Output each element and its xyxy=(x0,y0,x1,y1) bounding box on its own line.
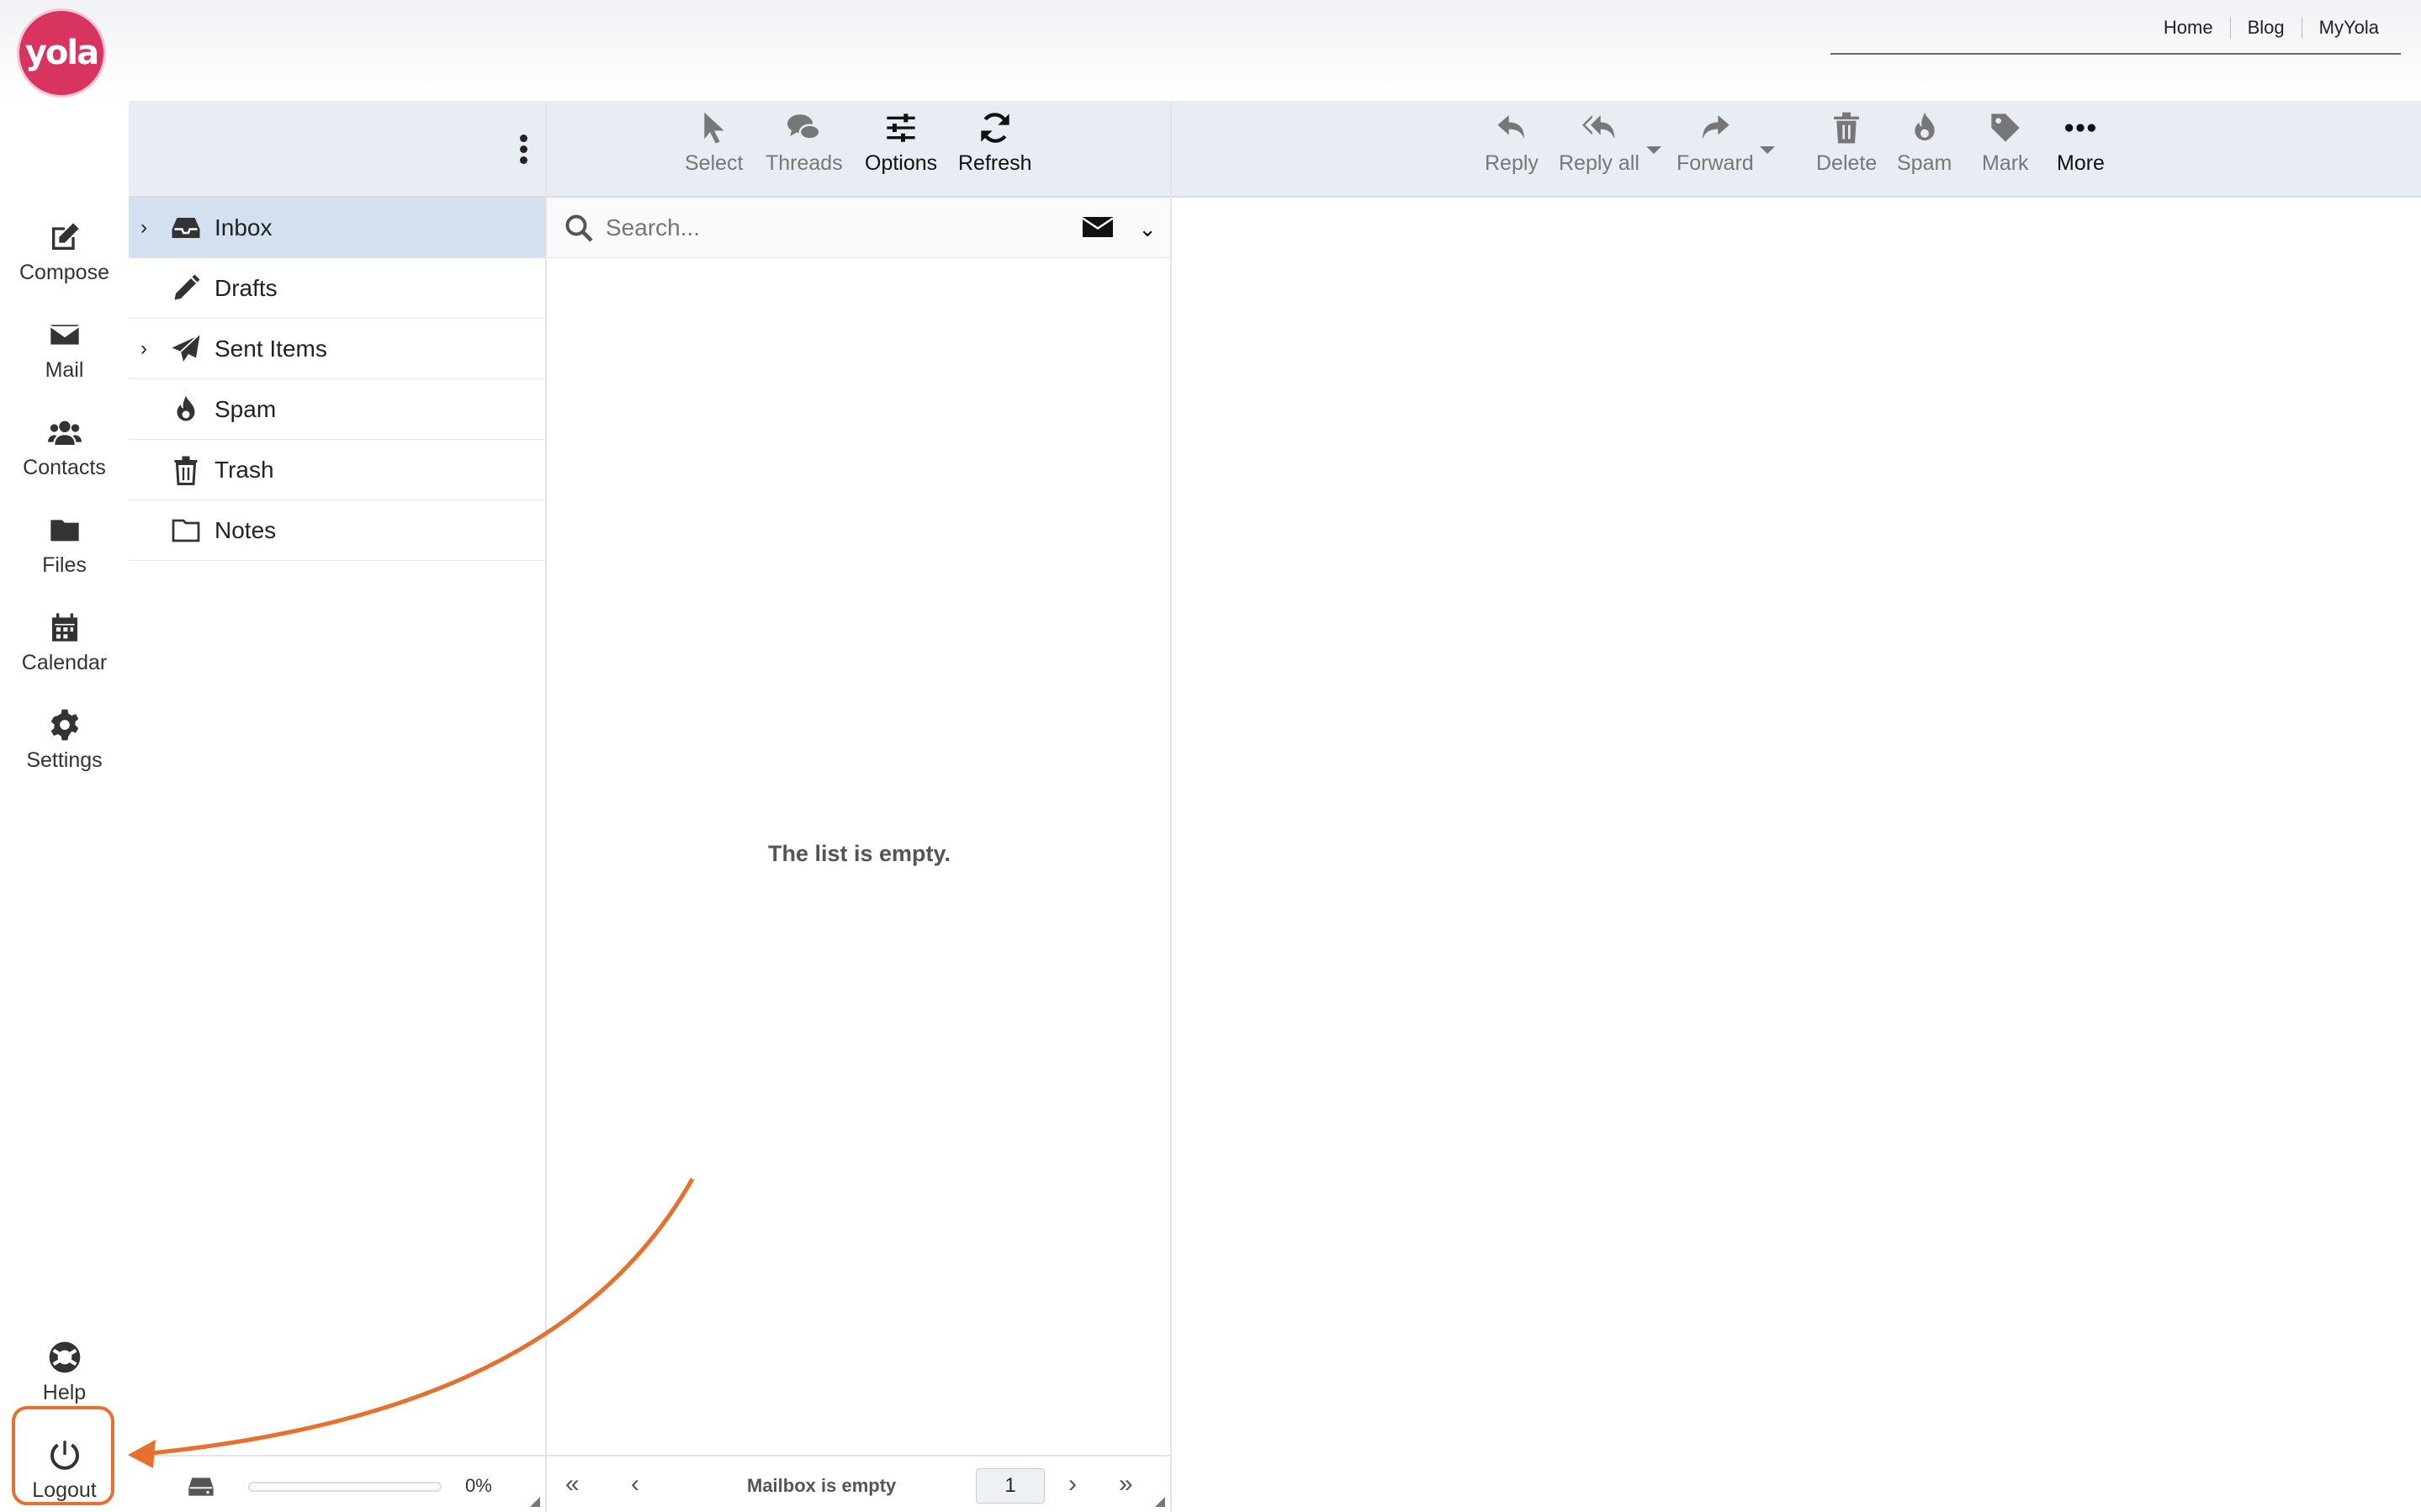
last-page-icon[interactable]: » xyxy=(1119,1470,1133,1499)
folder-icon xyxy=(50,519,79,541)
gear-icon xyxy=(50,709,78,740)
quota-progress-bar xyxy=(248,1482,442,1492)
lifebuoy-icon xyxy=(49,1341,80,1372)
home-link[interactable]: Home xyxy=(2147,17,2230,39)
nav-files[interactable]: Files xyxy=(0,503,129,587)
expand-chevron-icon[interactable]: › xyxy=(140,337,157,361)
delete-button[interactable]: Delete xyxy=(1816,111,1877,176)
drive-icon xyxy=(188,1478,214,1496)
comments-icon xyxy=(787,114,821,140)
reply-all-button[interactable]: Reply all xyxy=(1559,111,1640,176)
myyola-link[interactable]: MyYola xyxy=(2301,17,2396,39)
folder-sent-items[interactable]: › Sent Items xyxy=(129,319,545,379)
folder-spam[interactable]: Spam xyxy=(129,379,545,440)
fire-icon xyxy=(177,395,195,420)
nav-calendar[interactable]: Calendar xyxy=(0,600,129,685)
threads-button[interactable]: Threads xyxy=(766,111,843,176)
search-icon xyxy=(565,214,593,242)
sliders-icon xyxy=(887,114,915,142)
nav-compose[interactable]: Compose xyxy=(0,210,129,294)
list-footer: « ‹ Mailbox is empty 1 › » xyxy=(547,1455,1170,1512)
page-number-input[interactable]: 1 xyxy=(976,1468,1045,1504)
blog-link[interactable]: Blog xyxy=(2229,17,2302,39)
resize-handle-icon[interactable] xyxy=(1155,1497,1165,1507)
top-header: yola Home Blog MyYola xyxy=(0,0,2421,101)
left-nav: Compose Mail Contacts Files Calendar Set… xyxy=(0,101,129,1512)
mailbox-status: Mailbox is empty xyxy=(747,1475,897,1496)
first-page-icon[interactable]: « xyxy=(565,1470,580,1499)
folder-notes[interactable]: Notes xyxy=(129,500,545,561)
search-options-chevron-icon[interactable]: ⌄ xyxy=(1138,216,1157,242)
users-icon xyxy=(47,420,82,445)
reply-all-icon xyxy=(1581,115,1615,140)
next-page-icon[interactable]: › xyxy=(1068,1470,1077,1499)
logout-highlight xyxy=(12,1406,114,1505)
yola-logo[interactable]: yola xyxy=(17,8,106,98)
folder-trash[interactable]: Trash xyxy=(129,440,545,500)
compose-icon xyxy=(51,222,79,250)
nav-settings[interactable]: Settings xyxy=(0,698,129,782)
refresh-button[interactable]: Refresh xyxy=(958,111,1032,176)
forward-dropdown-icon[interactable] xyxy=(1760,146,1775,154)
envelope-filter-icon[interactable] xyxy=(1083,214,1113,240)
ellipsis-icon xyxy=(2065,124,2096,132)
nav-contacts[interactable]: Contacts xyxy=(0,405,129,489)
expand-chevron-icon[interactable]: › xyxy=(140,216,157,240)
more-button[interactable]: More xyxy=(2057,111,2105,176)
previous-page-icon[interactable]: ‹ xyxy=(631,1470,639,1499)
trash-icon xyxy=(1834,112,1860,144)
kebab-menu-icon[interactable] xyxy=(520,135,530,168)
empty-list-message: The list is empty. xyxy=(767,841,951,866)
cursor-icon xyxy=(704,112,724,144)
folder-pane: › Inbox Drafts › Sent Items Spam Trash N… xyxy=(129,101,547,1512)
folder-inbox[interactable]: › Inbox xyxy=(129,198,545,258)
message-list-pane: Select Threads Options Refresh ⌄ The lis… xyxy=(547,101,1172,1512)
tag-icon xyxy=(1991,114,2020,142)
forward-icon xyxy=(1702,115,1730,140)
resize-handle-icon[interactable] xyxy=(530,1497,540,1507)
forward-button[interactable]: Forward xyxy=(1677,111,1754,176)
envelope-icon xyxy=(50,324,79,345)
calendar-icon xyxy=(51,612,77,642)
mark-button[interactable]: Mark xyxy=(1982,111,2029,176)
pencil-icon xyxy=(174,274,200,299)
select-button[interactable]: Select xyxy=(685,111,743,176)
trash-icon xyxy=(174,456,198,485)
options-button[interactable]: Options xyxy=(865,111,937,176)
paper-plane-icon xyxy=(172,334,200,362)
spam-button[interactable]: Spam xyxy=(1897,111,1952,176)
list-toolbar: Select Threads Options Refresh xyxy=(547,101,1170,198)
reply-all-dropdown-icon[interactable] xyxy=(1646,146,1661,154)
folder-pane-header xyxy=(129,101,545,198)
reply-button[interactable]: Reply xyxy=(1485,111,1539,176)
nav-mail[interactable]: Mail xyxy=(0,308,129,392)
refresh-icon xyxy=(981,113,1009,143)
top-links: Home Blog MyYola xyxy=(2147,17,2396,39)
header-divider xyxy=(1830,53,2401,55)
reply-icon xyxy=(1497,115,1524,140)
nav-help[interactable]: Help xyxy=(0,1330,129,1414)
search-bar: ⌄ xyxy=(547,198,1170,258)
search-input[interactable] xyxy=(606,208,1026,248)
message-toolbar: Reply Reply all Forward Delete Spam Mark… xyxy=(1172,101,2421,198)
fire-icon xyxy=(1914,112,1935,140)
quota-percent: 0% xyxy=(465,1475,492,1496)
inbox-icon xyxy=(172,217,200,238)
folder-outline-icon xyxy=(172,519,200,542)
folder-drafts[interactable]: Drafts xyxy=(129,258,545,319)
quota-footer: 0% xyxy=(129,1455,545,1512)
reading-pane: Reply Reply all Forward Delete Spam Mark… xyxy=(1172,101,2421,1512)
